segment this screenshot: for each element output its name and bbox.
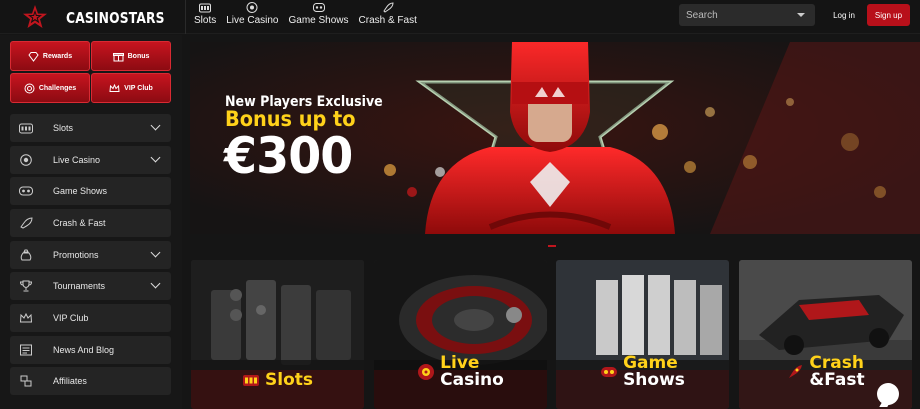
search-box[interactable] xyxy=(679,4,815,26)
crown-icon xyxy=(19,312,33,324)
top-nav: Slots Live Casino Game Shows Crash & Fas… xyxy=(194,2,417,32)
rocket-icon xyxy=(789,365,803,378)
game-show-icon xyxy=(601,367,618,377)
sidebar-item-slots[interactable]: Slots xyxy=(10,114,171,142)
category-card-game-shows[interactable]: Game Shows xyxy=(556,260,729,409)
sidebar-item-promotions[interactable]: Promotions xyxy=(10,241,171,269)
topnav-slots[interactable]: Slots xyxy=(194,2,216,32)
brand-name[interactable]: CASINOSTARS xyxy=(66,9,165,27)
casino-page: CASINOSTARS Slots Live Casino Game Shows… xyxy=(0,0,920,409)
game-show-icon xyxy=(19,185,33,197)
topnav-label: Live Casino xyxy=(226,15,279,26)
challenges-button[interactable]: Challenges xyxy=(10,73,90,103)
chevron-down-icon[interactable] xyxy=(150,120,161,131)
sidebar-item-label: Crash & Fast xyxy=(53,218,106,228)
quick-label: Bonus xyxy=(127,52,150,60)
chevron-down-icon[interactable] xyxy=(150,247,161,258)
quick-label: VIP Club xyxy=(124,84,153,92)
roulette-icon xyxy=(418,364,435,380)
slot-machine-icon xyxy=(19,122,33,134)
sidebar-item-label: VIP Club xyxy=(53,313,89,323)
topnav-game-shows[interactable]: Game Shows xyxy=(289,2,349,32)
game-show-icon xyxy=(312,3,325,12)
target-icon xyxy=(24,83,35,93)
card-label: Live Casino xyxy=(374,355,547,389)
sidebar-item-label: Slots xyxy=(53,123,74,133)
login-button[interactable]: Log in xyxy=(825,6,863,24)
sidebar: Rewards Bonus Challenges VIP Club Slots … xyxy=(0,35,182,409)
diamond-icon xyxy=(28,51,39,62)
sidebar-item-news-and-blog[interactable]: News And Blog xyxy=(10,336,171,364)
chevron-down-icon[interactable] xyxy=(797,13,805,17)
chevron-down-icon[interactable] xyxy=(150,152,161,163)
topnav-label: Crash & Fast xyxy=(358,15,417,26)
topnav-label: Slots xyxy=(194,15,217,26)
category-card-slots[interactable]: Slots xyxy=(191,260,364,409)
hero-amount: €300 xyxy=(224,127,353,185)
sidebar-item-tournaments[interactable]: Tournaments xyxy=(10,272,171,300)
card-title: Game Shows xyxy=(623,353,685,390)
vip-club-button[interactable]: VIP Club xyxy=(91,73,171,103)
category-card-live-casino[interactable]: Live Casino xyxy=(374,260,547,409)
card-label: Game Shows xyxy=(556,355,729,389)
quick-label: Rewards xyxy=(42,52,73,60)
rewards-button[interactable]: Rewards xyxy=(10,41,90,71)
rocket-icon xyxy=(19,217,33,229)
rocket-icon xyxy=(383,2,394,13)
sidebar-item-label: Live Casino xyxy=(53,155,101,165)
card-title: Slots xyxy=(265,369,313,390)
quick-label: Challenges xyxy=(38,84,77,92)
sidebar-item-game-shows[interactable]: Game Shows xyxy=(10,177,171,205)
sidebar-item-live-casino[interactable]: Live Casino xyxy=(10,146,171,174)
topnav-live-casino[interactable]: Live Casino xyxy=(226,2,279,32)
trophy-icon xyxy=(19,280,33,292)
topnav-label: Game Shows xyxy=(288,15,349,26)
divider xyxy=(185,0,186,34)
news-icon xyxy=(19,344,33,356)
hero-banner[interactable]: New Players Exclusive Bonus up to €300 xyxy=(190,42,920,234)
roulette-icon xyxy=(19,154,33,166)
sidebar-item-label: Affiliates xyxy=(53,376,87,386)
bonus-button[interactable]: Bonus xyxy=(91,41,171,71)
chevron-down-icon[interactable] xyxy=(150,278,161,289)
chat-bubble-icon[interactable] xyxy=(877,383,899,405)
affiliates-icon xyxy=(19,375,33,387)
card-title: Live Casino xyxy=(440,353,504,390)
money-bag-icon xyxy=(19,249,33,261)
sidebar-item-label: Game Shows xyxy=(53,186,108,196)
sidebar-item-label: Promotions xyxy=(53,250,99,260)
sidebar-item-vip-club[interactable]: VIP Club xyxy=(10,304,171,332)
sidebar-item-crash-fast[interactable]: Crash & Fast xyxy=(10,209,171,237)
card-title: Crash &Fast xyxy=(809,353,865,390)
gift-icon xyxy=(112,52,124,61)
topnav-crash-fast[interactable]: Crash & Fast xyxy=(359,2,417,32)
top-bar: CASINOSTARS Slots Live Casino Game Shows… xyxy=(0,0,920,34)
roulette-icon xyxy=(246,2,258,13)
carousel-indicator[interactable] xyxy=(548,245,556,247)
slot-machine-icon xyxy=(243,375,259,386)
crown-icon xyxy=(109,83,120,92)
search-input[interactable] xyxy=(679,4,789,26)
slot-machine-icon xyxy=(199,3,212,13)
star-logo-icon[interactable] xyxy=(22,4,48,30)
signup-button[interactable]: Sign up xyxy=(867,4,910,26)
sidebar-item-affiliates[interactable]: Affiliates xyxy=(10,367,171,395)
card-label: Slots xyxy=(191,371,364,389)
sidebar-item-label: Tournaments xyxy=(53,281,106,291)
sidebar-item-label: News And Blog xyxy=(53,345,115,355)
